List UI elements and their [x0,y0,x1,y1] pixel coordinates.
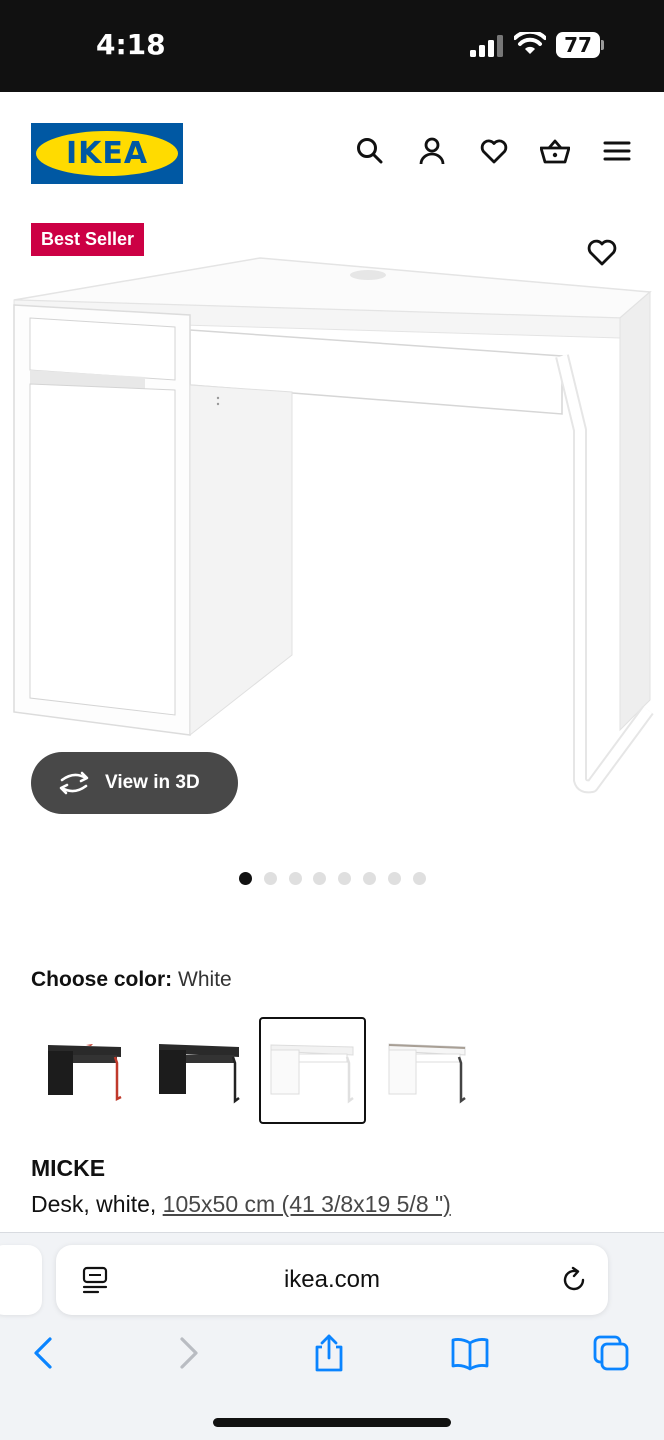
carousel-dot[interactable] [263,872,277,885]
desk-thumbnail-icon [48,1044,122,1102]
choose-color-heading: Choose color: White [31,968,232,992]
share-icon[interactable] [309,1333,349,1373]
back-icon[interactable] [24,1333,64,1373]
carousel-dot[interactable] [338,872,352,885]
previous-tab-card[interactable] [0,1245,42,1315]
home-indicator[interactable] [213,1418,451,1427]
product-name: MICKE [31,1155,106,1181]
status-time: 4:18 [96,28,166,61]
logo-text: IKEA [65,136,149,171]
url-text: ikea.com [283,1266,381,1293]
product-type-text: Desk, white, [31,1191,163,1217]
carousel-dot[interactable] [387,872,401,885]
battery-icon: 77 [556,32,604,58]
product-size-link[interactable]: 105x50 cm (41 3/8x19 5/8 ") [163,1191,451,1217]
carousel-dot[interactable] [412,872,426,885]
wifi-icon [514,32,546,54]
favorite-heart-icon[interactable] [586,236,618,268]
carousel-dot[interactable] [239,872,252,885]
basket-icon[interactable] [540,136,570,166]
tabs-icon[interactable] [591,1333,631,1373]
account-icon[interactable] [417,136,447,166]
bookmarks-icon[interactable] [450,1333,490,1373]
menu-icon[interactable] [602,136,632,166]
battery-cap [601,40,604,50]
site-header: IKEA [0,92,664,212]
ikea-logo[interactable]: IKEA [31,123,183,184]
carousel-dot[interactable] [363,872,376,885]
best-seller-badge: Best Seller [31,223,145,256]
carousel-dot[interactable] [313,872,327,885]
color-swatch-white-anthracite[interactable] [373,1017,480,1124]
product-image[interactable] [0,250,664,810]
search-icon[interactable] [355,136,385,166]
product-description: Desk, white, 105x50 cm (41 3/8x19 5/8 ") [31,1191,451,1218]
heart-icon[interactable] [479,136,509,166]
color-swatch-black-brown-red[interactable] [31,1017,138,1124]
carousel-dot[interactable] [288,872,302,885]
status-bar: 4:18 77 [0,0,664,92]
address-bar[interactable]: ikea.com [56,1245,608,1315]
view-in-3d-label: View in 3D [105,772,200,793]
desk-thumbnail-icon [159,1044,240,1104]
choose-color-value: White [178,968,232,991]
choose-color-label: Choose color: [31,968,173,991]
desk-thumbnail-icon [388,1043,466,1104]
forward-icon[interactable] [168,1333,208,1373]
color-swatch-black-brown[interactable] [145,1017,252,1124]
color-swatch-white[interactable] [259,1017,366,1124]
battery-level: 77 [556,32,600,58]
rotate-3d-icon [59,771,89,795]
view-in-3d-button[interactable]: View in 3D [31,752,238,814]
desk-thumbnail-icon [270,1044,354,1104]
signal-icon [470,35,503,57]
reload-icon[interactable] [560,1266,588,1294]
